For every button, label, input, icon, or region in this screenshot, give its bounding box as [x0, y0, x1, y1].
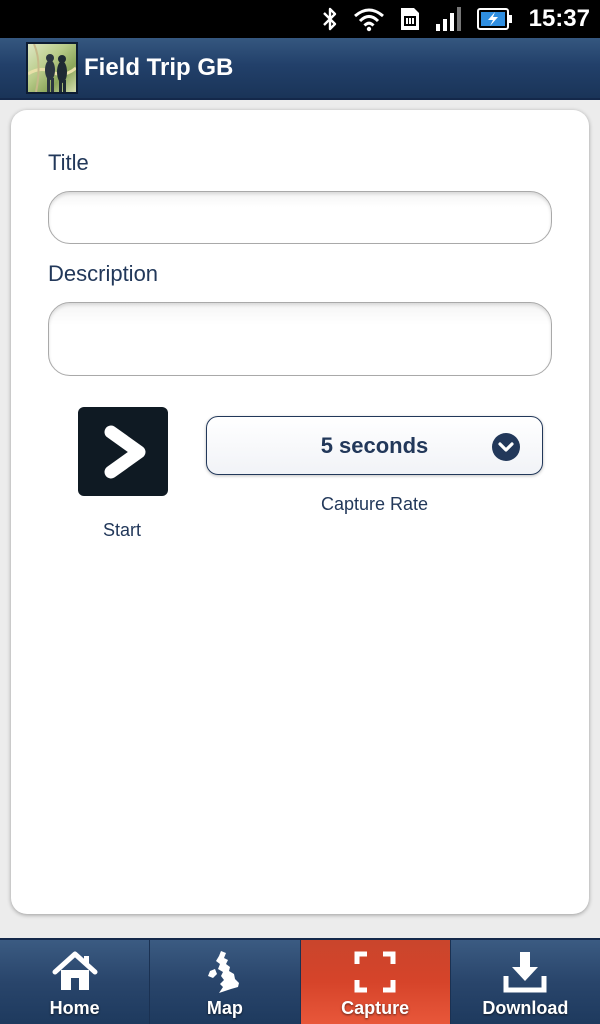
- download-icon: [500, 948, 550, 996]
- nav-label-home: Home: [49, 998, 100, 1018]
- nav-item-home[interactable]: Home: [0, 940, 151, 1024]
- start-label: Start: [102, 520, 141, 540]
- nav-item-map[interactable]: Map: [150, 940, 301, 1024]
- capture-form-card: Title Description Start 5 seconds Captur…: [11, 110, 589, 914]
- nav-item-capture[interactable]: Capture: [300, 940, 451, 1024]
- description-input[interactable]: [48, 302, 552, 376]
- signal-icon: [435, 0, 463, 38]
- uk-map-icon: [200, 948, 250, 996]
- capture-frame-icon: [350, 948, 400, 996]
- capture-rate-select[interactable]: 5 seconds: [206, 416, 543, 475]
- nav-label-capture: Capture: [341, 998, 410, 1018]
- nav-label-map: Map: [206, 998, 243, 1018]
- title-input[interactable]: [48, 191, 552, 244]
- status-bar: 15:37: [0, 0, 600, 38]
- battery-charging-icon: [476, 0, 513, 38]
- home-icon: [50, 948, 100, 996]
- status-time: 15:37: [528, 5, 590, 32]
- sim-icon: [399, 0, 421, 38]
- nav-item-download[interactable]: Download: [451, 940, 600, 1024]
- capture-rate-value: 5 seconds: [320, 432, 429, 458]
- bluetooth-icon: [321, 0, 339, 38]
- chevron-right-icon: [93, 422, 153, 482]
- app-title: Field Trip GB: [84, 54, 234, 81]
- wifi-icon: [353, 0, 385, 38]
- nav-label-download: Download: [482, 998, 569, 1018]
- bottom-nav: Home Map Capture Download: [0, 938, 600, 1024]
- title-label: Title: [48, 150, 89, 175]
- app-logo-icon[interactable]: [26, 42, 78, 94]
- app-header: Field Trip GB: [0, 38, 600, 100]
- capture-rate-label: Capture Rate: [320, 494, 429, 514]
- description-label: Description: [48, 261, 159, 286]
- start-button[interactable]: [78, 407, 168, 496]
- chevron-down-circle-icon: [492, 433, 520, 461]
